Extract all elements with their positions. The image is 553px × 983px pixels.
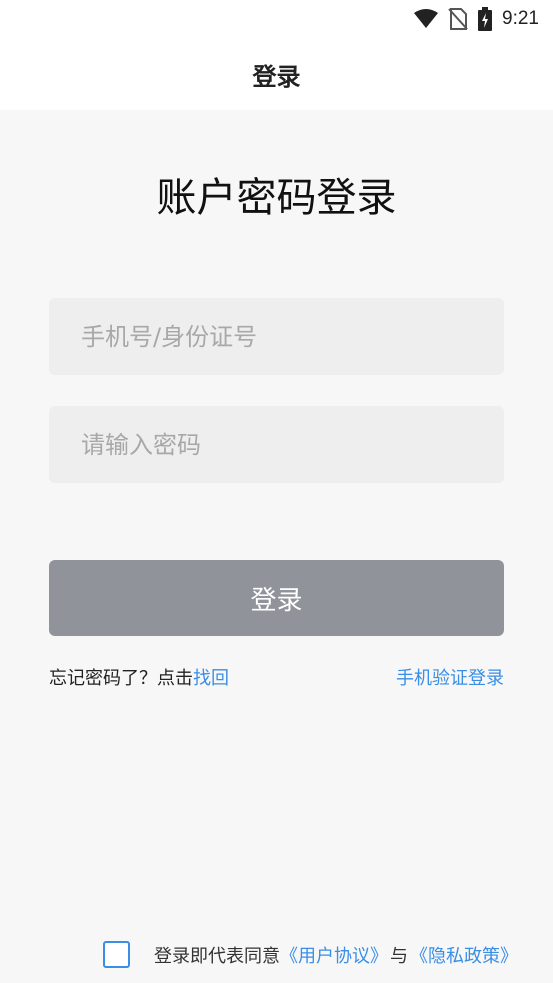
- sms-login-link[interactable]: 手机验证登录: [396, 664, 504, 690]
- form-heading: 账户密码登录: [156, 175, 397, 221]
- helper-links: 忘记密码了？点击找回 手机验证登录: [49, 664, 504, 690]
- forgot-password-text: 忘记密码了？点击找回: [49, 664, 229, 690]
- status-bar: 9:21: [0, 0, 553, 38]
- password-input[interactable]: [49, 406, 504, 483]
- phone-input[interactable]: [49, 298, 504, 375]
- agreement-row: 登录即代表同意 《用户协议》 与 《隐私政策》: [103, 941, 518, 968]
- no-sim-icon: [448, 8, 468, 30]
- status-time: 9:21: [502, 8, 539, 29]
- title-bar: 登录: [0, 38, 553, 110]
- user-agreement-link[interactable]: 《用户协议》: [280, 942, 388, 968]
- forgot-prefix: 忘记密码了？点击: [49, 668, 193, 689]
- login-button[interactable]: 登录: [49, 560, 504, 636]
- agreement-connector: 与: [390, 945, 408, 967]
- forgot-password-link[interactable]: 找回: [193, 668, 229, 689]
- page-title: 登录: [252, 62, 301, 91]
- agreement-checkbox[interactable]: [103, 941, 130, 968]
- login-form: 账户密码登录 登录 忘记密码了？点击找回 手机验证登录 登录即代表同意《用户协议…: [0, 110, 553, 983]
- privacy-policy-link[interactable]: 《隐私政策》: [410, 942, 518, 968]
- agreement-prefix: 登录即代表同意: [154, 945, 280, 967]
- wifi-icon: [414, 9, 439, 29]
- battery-charging-icon: [478, 7, 493, 31]
